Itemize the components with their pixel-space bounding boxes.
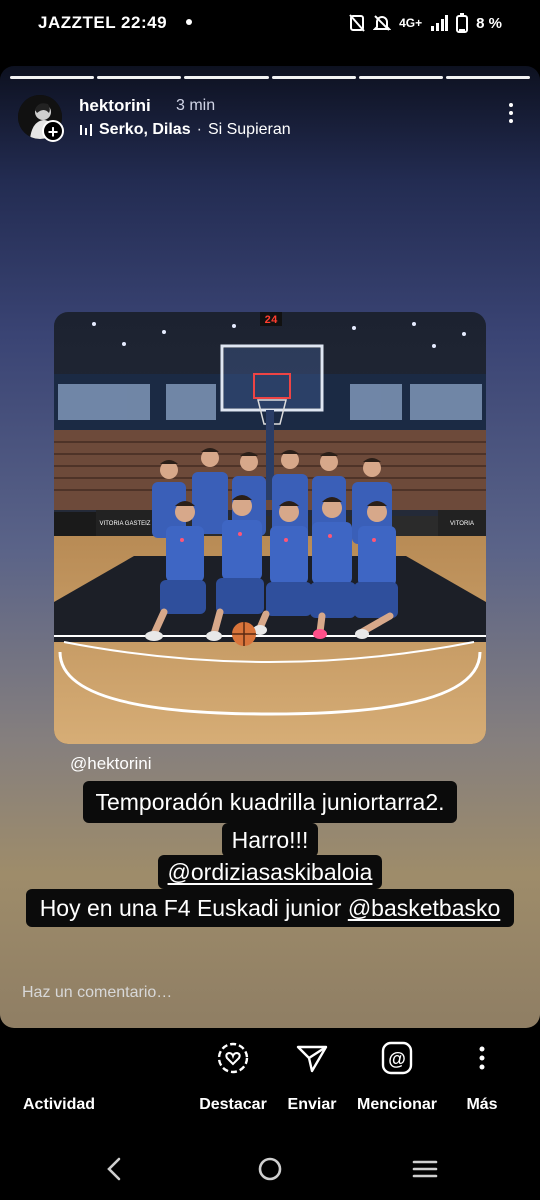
story-viewer[interactable]: + hektorini 3 min Serko, Dilas · Si Supi…: [0, 66, 540, 1028]
progress-segment: [445, 76, 531, 79]
add-story-icon[interactable]: +: [42, 120, 64, 142]
caption-line: Temporadón kuadrilla juniortarra2.: [83, 781, 457, 823]
battery-level: 8 %: [476, 14, 502, 32]
story-photo: 24 VITORIA GASTEIZ VITORIA: [54, 312, 486, 744]
progress-segment: [184, 76, 269, 79]
caption-line: Harro!!!: [221, 823, 319, 857]
carrier: JAZZTEL: [38, 13, 116, 32]
system-nav-bar: [0, 1138, 540, 1200]
more-vertical-icon: [460, 1028, 504, 1088]
battery-icon: [456, 13, 469, 33]
music-bars-icon: [80, 124, 92, 136]
progress-segment: [271, 76, 356, 79]
back-icon[interactable]: [104, 1156, 124, 1187]
photo-mention-tag[interactable]: @hektorini: [70, 754, 152, 774]
story-music[interactable]: Serko, Dilas · Si Supieran: [79, 121, 291, 139]
story-caption: Temporadón kuadrilla juniortarra2. Harro…: [0, 781, 540, 927]
story-actions-bar: Actividad Destacar Enviar @ Mencionar Má…: [0, 1028, 540, 1138]
caption-mention-ordizia[interactable]: @ordiziasaskibaloia: [157, 855, 383, 889]
signal-icon: [431, 15, 449, 31]
highlight-button[interactable]: Destacar: [198, 1028, 268, 1113]
mention-button[interactable]: @ Mencionar: [356, 1028, 438, 1113]
highlight-label: Destacar: [199, 1096, 267, 1113]
progress-segment: [10, 76, 95, 79]
network-type: 4G+: [399, 16, 423, 30]
recents-icon[interactable]: [412, 1156, 438, 1187]
music-separator: ·: [196, 121, 202, 138]
mute-bell-icon: [373, 15, 392, 31]
more-label: Más: [466, 1096, 498, 1113]
clock: 22:49: [121, 13, 168, 32]
story-progress: [10, 76, 531, 79]
send-icon: [280, 1028, 344, 1088]
story-time: 3 min: [176, 97, 216, 114]
story-username[interactable]: hektorini: [79, 96, 151, 116]
comment-input[interactable]: Haz un comentario…: [22, 984, 172, 1002]
scoreboard-number: 24: [264, 315, 278, 327]
notification-dot-icon: [186, 19, 192, 25]
mention-icon: @: [356, 1028, 438, 1088]
progress-segment: [358, 76, 443, 79]
home-icon[interactable]: [257, 1156, 283, 1187]
banner-right-text: VITORIA: [450, 521, 474, 527]
nfc-off-icon: [349, 14, 365, 32]
send-button[interactable]: Enviar: [280, 1028, 344, 1113]
caption-mention-basketbasko[interactable]: @basketbasko: [348, 895, 501, 921]
progress-segment: [97, 76, 182, 79]
music-title: Si Supieran: [207, 121, 291, 138]
caption-line4-text: Hoy en una F4 Euskadi junior: [39, 895, 348, 921]
carrier-time: JAZZTEL 22:49: [38, 13, 167, 33]
highlight-icon: [198, 1028, 268, 1088]
music-artist: Serko, Dilas: [99, 121, 191, 138]
banner-left-text: VITORIA GASTEIZ: [100, 521, 151, 527]
svg-text:@: @: [388, 1049, 406, 1069]
status-bar: JAZZTEL 22:49 4G+ 8 %: [0, 0, 540, 46]
send-label: Enviar: [287, 1096, 337, 1113]
activity-label: Actividad: [22, 1096, 96, 1113]
caption-line: Hoy en una F4 Euskadi junior @basketbask…: [25, 889, 515, 927]
more-options-icon[interactable]: [508, 103, 514, 127]
mention-label: Mencionar: [356, 1096, 438, 1113]
more-button[interactable]: Más: [460, 1028, 504, 1113]
activity-button[interactable]: Actividad: [22, 1028, 96, 1113]
status-icons: 4G+ 8 %: [349, 13, 502, 33]
